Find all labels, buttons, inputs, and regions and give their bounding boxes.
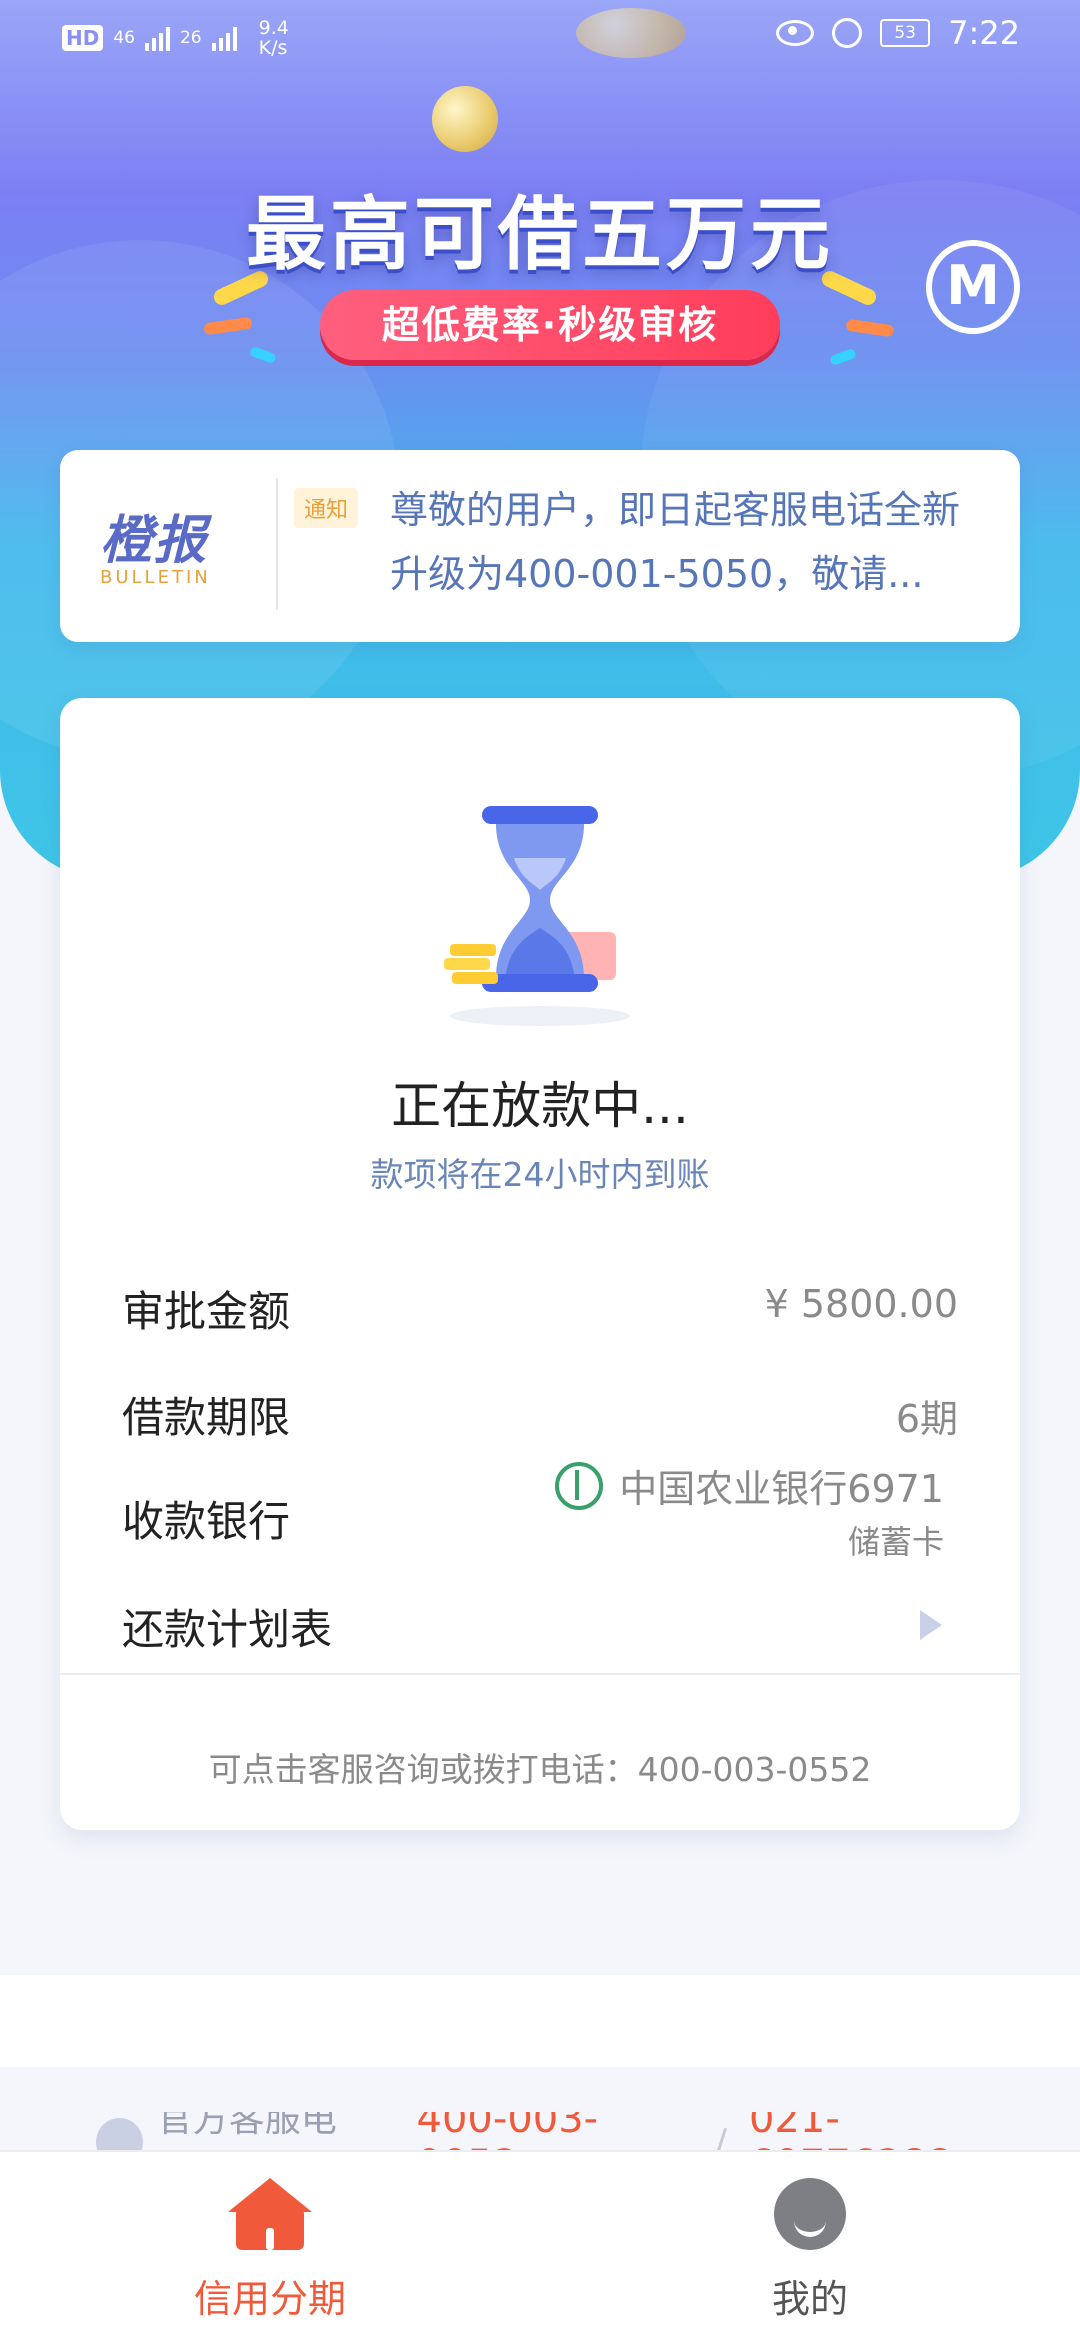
row-label: 借款期限 <box>122 1393 291 1442</box>
coin-decoration <box>432 86 498 152</box>
tab-label: 信用分期 <box>193 2277 346 2321</box>
loan-term: 6期 <box>895 1397 958 1441</box>
hourglass-icon <box>444 806 630 1026</box>
brand-logo-icon: M <box>926 240 1020 334</box>
bulletin-text[interactable]: 尊敬的用户，即日起客服电话全新升级为400-001-5050，敬请... <box>390 478 990 606</box>
row-label: 收款银行 <box>122 1497 291 1546</box>
tab-label: 我的 <box>771 2277 848 2321</box>
clock: 7:22 <box>948 14 1020 52</box>
spacer-band <box>0 1975 1080 2067</box>
status-subtitle: 款项将在24小时内到账 <box>370 1155 710 1194</box>
user-icon <box>774 2178 846 2250</box>
notice-tag: 通知 <box>294 488 359 528</box>
loan-term-row: 借款期限 6期 <box>122 1384 958 1444</box>
tab-credit-installment[interactable]: 信用分期 <box>0 2178 540 2323</box>
banner-title: 最高可借五万元 <box>246 188 834 281</box>
service-hint[interactable]: 可点击客服咨询或拨打电话：400-003-0552 <box>60 1743 1020 1791</box>
bulletin-card[interactable]: 橙报 BULLETIN 通知 尊敬的用户，即日起客服电话全新升级为400-001… <box>60 450 1020 642</box>
loan-status-card: 正在放款中... 款项将在24小时内到账 审批金额 ¥ 5800.00 借款期限… <box>60 698 1020 1830</box>
approved-amount: ¥ 5800.00 <box>764 1282 958 1326</box>
divider <box>60 1673 1020 1675</box>
home-icon <box>228 2178 312 2250</box>
bank-name: 中国农业银行6971 <box>619 1467 944 1511</box>
receiving-bank-row: 收款银行 中国农业银行6971 储蓄卡 <box>122 1461 958 1590</box>
signal-icon <box>144 25 170 51</box>
row-label: 还款计划表 <box>122 1605 333 1654</box>
approved-amount-row: 审批金额 ¥ 5800.00 <box>122 1278 958 1338</box>
signal-icon <box>211 25 237 51</box>
chevron-right-icon <box>920 1610 942 1640</box>
tab-mine[interactable]: 我的 <box>540 2178 1080 2323</box>
hd-badge: HD <box>62 25 104 51</box>
card-type: 储蓄卡 <box>847 1523 944 1561</box>
banner-pill: 超低费率·秒级审核 <box>320 290 780 360</box>
alarm-icon <box>832 18 863 48</box>
net-speed: 9.4 K/s <box>258 17 289 59</box>
bottom-tab-bar: 信用分期 我的 <box>0 2150 1080 2342</box>
row-label: 审批金额 <box>122 1287 291 1336</box>
bank-info: 中国农业银行6971 储蓄卡 <box>555 1458 958 1563</box>
bulletin-logo: 橙报 BULLETIN <box>100 511 211 588</box>
battery-icon: 53 <box>880 19 931 47</box>
status-title: 正在放款中... <box>391 1077 689 1135</box>
agricultural-bank-icon <box>555 1461 604 1510</box>
repayment-schedule-row[interactable]: 还款计划表 <box>122 1596 958 1656</box>
divider <box>276 478 278 610</box>
sim2-label: 26 <box>179 28 202 48</box>
status-bar: HD 46 26 9.4 K/s 53 7:22 <box>0 0 1080 72</box>
sim1-label: 46 <box>113 28 135 48</box>
eye-icon <box>776 20 815 46</box>
